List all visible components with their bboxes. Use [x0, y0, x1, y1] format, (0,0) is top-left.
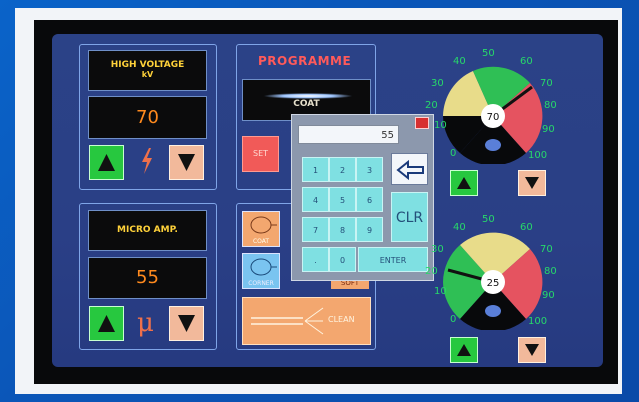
tick-60: 60: [520, 56, 533, 67]
lightning-icon: [137, 146, 157, 176]
corner-mode-button[interactable]: CORNER: [242, 253, 280, 289]
svg-text:μ: μ: [137, 308, 154, 338]
clean-mode-label: CLEAN: [328, 315, 355, 324]
tick-0: 0: [450, 148, 456, 159]
enter-button[interactable]: ENTER: [358, 247, 428, 272]
triangle-up-icon: [457, 177, 471, 189]
kv-gauge-down-button[interactable]: [518, 170, 546, 196]
corner-icon: [250, 258, 277, 276]
micro-amp-value[interactable]: 55: [88, 257, 207, 299]
triangle-down-icon: [178, 315, 195, 332]
high-voltage-value[interactable]: 70: [88, 96, 207, 139]
key-dot[interactable]: .: [302, 247, 329, 272]
tick-100: 100: [528, 150, 547, 161]
high-voltage-label: HIGH VOLTAGE kV: [88, 50, 207, 91]
ua-gauge-up-button[interactable]: [450, 337, 478, 363]
coat-mode-button[interactable]: COAT: [242, 211, 280, 247]
high-voltage-up-button[interactable]: [89, 145, 124, 180]
ua-gauge-down-button[interactable]: [518, 337, 546, 363]
micro-amp-label: MICRO AMP.: [88, 210, 207, 251]
tick-20: 20: [425, 100, 438, 111]
clean-mode-button[interactable]: CLEAN: [242, 297, 371, 345]
tick-30: 30: [431, 244, 444, 255]
micro-amp-up-button[interactable]: [89, 306, 124, 341]
tick-100: 100: [528, 316, 547, 327]
tick-80: 80: [544, 266, 557, 277]
tick-60: 60: [520, 222, 533, 233]
tick-70: 70: [540, 78, 553, 89]
key-3[interactable]: 3: [356, 157, 383, 182]
triangle-down-icon: [525, 177, 539, 189]
key-7[interactable]: 7: [302, 217, 329, 242]
key-9[interactable]: 9: [356, 217, 383, 242]
triangle-down-icon: [178, 154, 195, 171]
tick-20: 20: [425, 266, 438, 277]
tick-80: 80: [544, 100, 557, 111]
ua-gauge: 25 0 10 20 30 40 50 60 70 80 90 100: [425, 214, 557, 330]
tick-40: 40: [453, 56, 466, 67]
triangle-up-icon: [98, 315, 115, 332]
programme-title: PROGRAMME: [258, 54, 352, 68]
kv-gauge: 70 0 10 20 30 40 50 60 70 80 90 100: [425, 48, 557, 164]
key-6[interactable]: 6: [356, 187, 383, 212]
key-0[interactable]: 0: [329, 247, 356, 272]
gauge-value: 25: [487, 278, 500, 289]
gauge-indicator-dot: [485, 139, 501, 151]
set-button[interactable]: SET: [242, 136, 279, 172]
micro-amp-down-button[interactable]: [169, 306, 204, 341]
tick-10: 10: [434, 120, 447, 131]
high-voltage-down-button[interactable]: [169, 145, 204, 180]
coat-mode-label: COAT: [252, 238, 270, 245]
tick-70: 70: [540, 244, 553, 255]
triangle-up-icon: [98, 154, 115, 171]
key-1[interactable]: 1: [302, 157, 329, 182]
high-voltage-label-line1: HIGH VOLTAGE: [110, 60, 185, 70]
gauge-indicator-dot: [485, 305, 501, 317]
tick-40: 40: [453, 222, 466, 233]
mu-icon: μ: [134, 306, 160, 338]
key-4[interactable]: 4: [302, 187, 329, 212]
programme-selected-label: COAT: [293, 99, 320, 109]
triangle-up-icon: [457, 344, 471, 356]
corner-mode-label: CORNER: [248, 280, 274, 287]
tick-90: 90: [542, 124, 555, 135]
triangle-down-icon: [525, 344, 539, 356]
tick-50: 50: [482, 214, 495, 225]
tick-30: 30: [431, 78, 444, 89]
numeric-keypad-popup: 55 1 2 3 4 5 6 7 8 9 . 0 ENTER CLR: [291, 114, 434, 281]
keypad-display[interactable]: 55: [298, 125, 399, 144]
tick-90: 90: [542, 290, 555, 301]
coat-icon: [250, 216, 277, 234]
key-2[interactable]: 2: [329, 157, 356, 182]
tick-50: 50: [482, 48, 495, 59]
key-5[interactable]: 5: [329, 187, 356, 212]
key-8[interactable]: 8: [329, 217, 356, 242]
high-voltage-label-line2: kV: [141, 70, 154, 79]
tick-0: 0: [450, 314, 456, 325]
gauge-value: 70: [487, 112, 500, 123]
kv-gauge-up-button[interactable]: [450, 170, 478, 196]
tick-10: 10: [434, 286, 447, 297]
